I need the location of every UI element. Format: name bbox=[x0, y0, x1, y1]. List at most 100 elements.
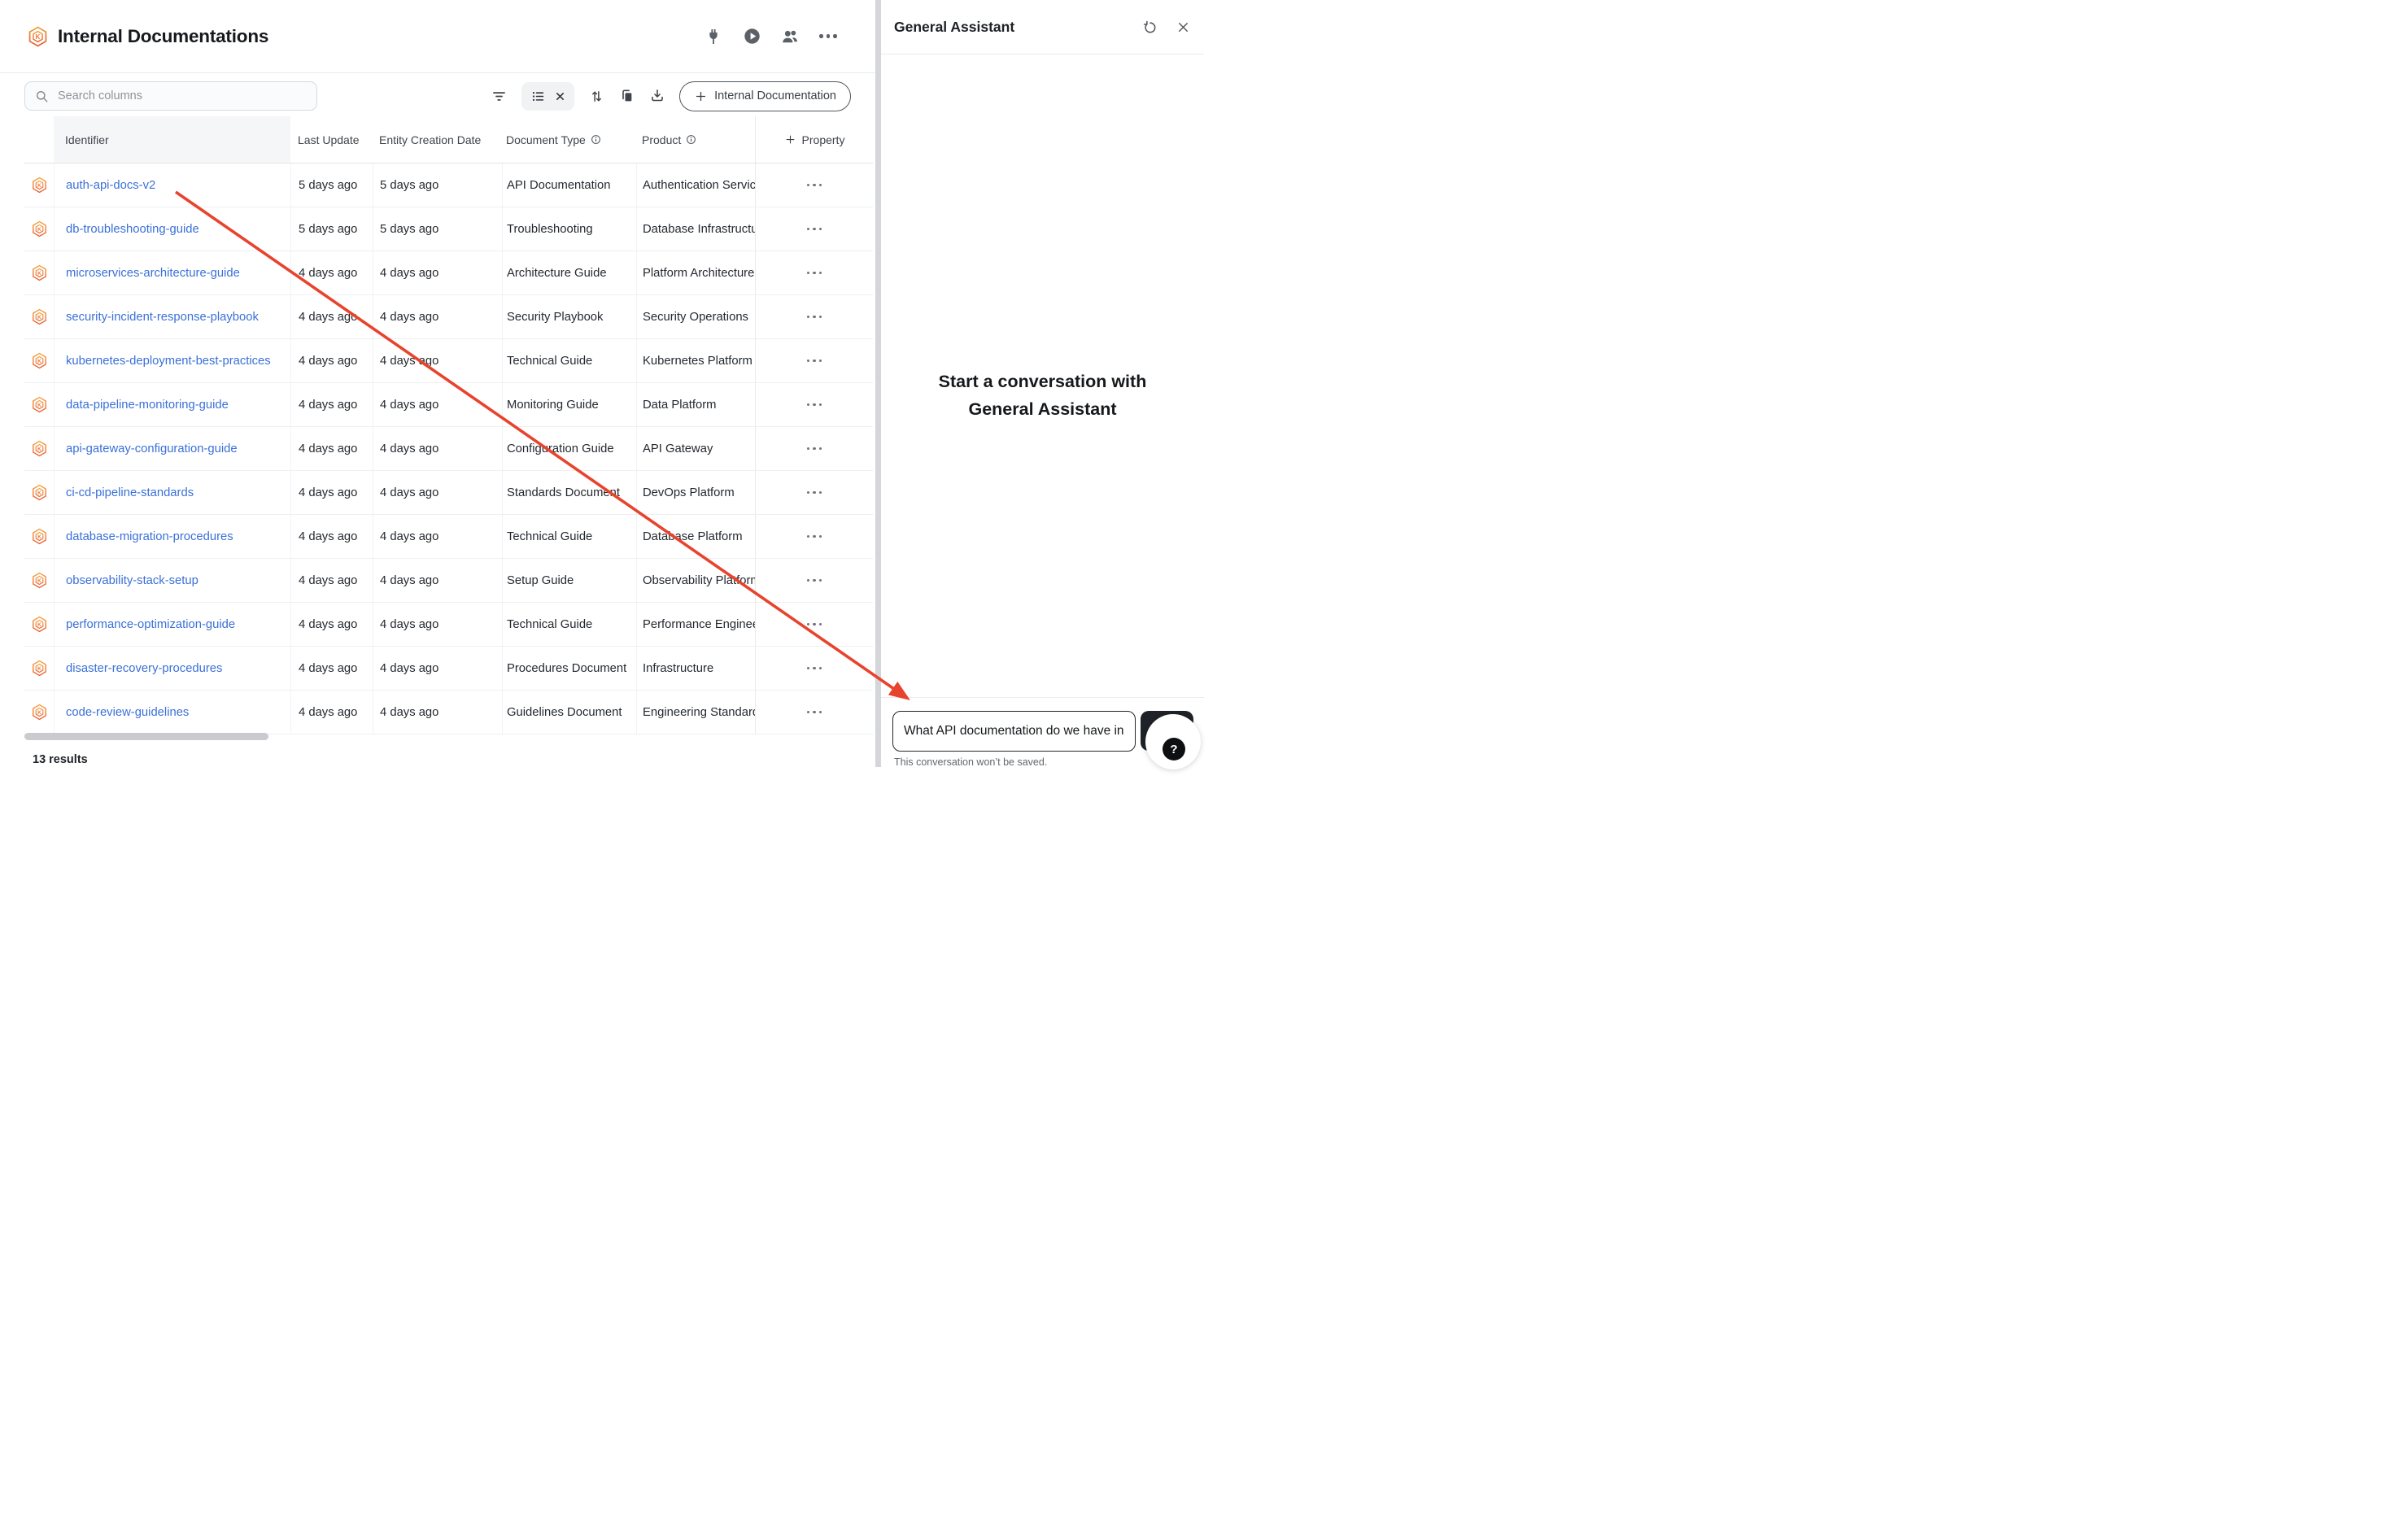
download-button[interactable] bbox=[649, 88, 665, 104]
product-cell: Database Platform bbox=[636, 515, 755, 558]
row-actions-button[interactable] bbox=[807, 667, 822, 670]
entity-creation-date-cell: 4 days ago bbox=[373, 603, 502, 646]
table-row[interactable]: auth-api-docs-v2 5 days ago 5 days ago A… bbox=[24, 163, 873, 207]
identifier-link[interactable]: kubernetes-deployment-best-practices bbox=[66, 355, 271, 368]
table-row[interactable]: observability-stack-setup 4 days ago 4 d… bbox=[24, 559, 873, 603]
assistant-panel-header: General Assistant bbox=[881, 0, 1204, 54]
assistant-message-input[interactable] bbox=[892, 711, 1136, 752]
identifier-link[interactable]: db-troubleshooting-guide bbox=[66, 223, 199, 236]
clear-view-icon[interactable] bbox=[555, 91, 565, 102]
people-icon bbox=[780, 27, 800, 46]
row-actions-button[interactable] bbox=[807, 316, 822, 319]
document-type-cell: Standards Document bbox=[502, 471, 636, 514]
column-header-entity-creation-date[interactable]: Entity Creation Date bbox=[373, 116, 502, 163]
entity-creation-date-cell: 4 days ago bbox=[373, 383, 502, 426]
identifier-link[interactable]: security-incident-response-playbook bbox=[66, 311, 259, 324]
sort-button[interactable] bbox=[588, 88, 605, 105]
document-hexagon-icon bbox=[31, 396, 48, 413]
new-internal-documentation-button[interactable]: Internal Documentation bbox=[679, 81, 851, 111]
table-row[interactable]: data-pipeline-monitoring-guide 4 days ag… bbox=[24, 383, 873, 427]
table-row[interactable]: code-review-guidelines 4 days ago 4 days… bbox=[24, 691, 873, 734]
document-hexagon-icon bbox=[31, 220, 48, 238]
close-panel-button[interactable] bbox=[1176, 20, 1191, 35]
run-button[interactable] bbox=[742, 27, 761, 46]
table-row[interactable]: performance-optimization-guide 4 days ag… bbox=[24, 603, 873, 647]
column-header-document-type[interactable]: Document Type bbox=[502, 116, 636, 163]
column-header-identifier[interactable]: Identifier bbox=[54, 116, 290, 163]
identifier-link[interactable]: api-gateway-configuration-guide bbox=[66, 442, 238, 455]
row-actions-button[interactable] bbox=[807, 711, 822, 714]
column-header-product[interactable]: Product bbox=[636, 116, 755, 163]
plugin-button[interactable] bbox=[704, 27, 723, 46]
page-title: Internal Documentations bbox=[58, 26, 268, 47]
input-area-divider bbox=[881, 697, 1204, 698]
search-box[interactable] bbox=[24, 81, 317, 111]
entity-creation-date-cell: 4 days ago bbox=[373, 471, 502, 514]
identifier-link[interactable]: performance-optimization-guide bbox=[66, 618, 235, 631]
panel-resizer[interactable] bbox=[875, 0, 881, 767]
duplicate-button[interactable] bbox=[619, 88, 635, 104]
row-actions-button[interactable] bbox=[807, 403, 822, 407]
document-hexagon-icon bbox=[31, 440, 48, 457]
column-header-last-update[interactable]: Last Update bbox=[290, 116, 373, 163]
document-type-cell: Security Playbook bbox=[502, 295, 636, 338]
identifier-link[interactable]: microservices-architecture-guide bbox=[66, 267, 240, 280]
share-users-button[interactable] bbox=[780, 27, 800, 46]
document-hexagon-icon bbox=[31, 308, 48, 325]
table-row[interactable]: ci-cd-pipeline-standards 4 days ago 4 da… bbox=[24, 471, 873, 515]
document-hexagon-icon bbox=[31, 484, 48, 501]
table-row[interactable]: disaster-recovery-procedures 4 days ago … bbox=[24, 647, 873, 691]
horizontal-scrollbar[interactable] bbox=[24, 733, 268, 740]
row-actions-button[interactable] bbox=[807, 447, 822, 451]
row-actions-button[interactable] bbox=[807, 579, 822, 582]
search-input[interactable] bbox=[56, 89, 307, 103]
entity-creation-date-cell: 4 days ago bbox=[373, 339, 502, 382]
product-cell: Platform Architecture bbox=[636, 251, 755, 294]
document-type-cell: Configuration Guide bbox=[502, 427, 636, 470]
product-cell: Engineering Standard bbox=[636, 691, 755, 734]
row-actions-button[interactable] bbox=[807, 184, 822, 187]
table-row[interactable]: security-incident-response-playbook 4 da… bbox=[24, 295, 873, 339]
entity-creation-date-cell: 5 days ago bbox=[373, 163, 502, 207]
identifier-link[interactable]: code-review-guidelines bbox=[66, 706, 189, 719]
identifier-link[interactable]: data-pipeline-monitoring-guide bbox=[66, 399, 229, 412]
table-row[interactable]: db-troubleshooting-guide 5 days ago 5 da… bbox=[24, 207, 873, 251]
document-type-cell: Setup Guide bbox=[502, 559, 636, 602]
table-row[interactable]: kubernetes-deployment-best-practices 4 d… bbox=[24, 339, 873, 383]
last-update-cell: 5 days ago bbox=[290, 207, 373, 251]
product-cell: Observability Platform bbox=[636, 559, 755, 602]
filter-button[interactable] bbox=[491, 88, 508, 105]
row-actions-button[interactable] bbox=[807, 491, 822, 495]
last-update-cell: 4 days ago bbox=[290, 691, 373, 734]
row-actions-button[interactable] bbox=[807, 623, 822, 626]
product-cell: Security Operations bbox=[636, 295, 755, 338]
last-update-cell: 5 days ago bbox=[290, 163, 373, 207]
help-button[interactable]: ? bbox=[1145, 714, 1201, 769]
identifier-link[interactable]: ci-cd-pipeline-standards bbox=[66, 486, 194, 499]
header-actions bbox=[704, 27, 838, 46]
conversation-disclaimer: This conversation won’t be saved. bbox=[894, 756, 1047, 768]
table-row[interactable]: database-migration-procedures 4 days ago… bbox=[24, 515, 873, 559]
add-property-label: Property bbox=[802, 133, 845, 146]
document-hexagon-icon bbox=[31, 572, 48, 589]
identifier-link[interactable]: database-migration-procedures bbox=[66, 530, 233, 543]
list-view-chip[interactable] bbox=[521, 82, 574, 111]
add-property-button[interactable]: Property bbox=[755, 116, 873, 163]
entity-creation-date-cell: 4 days ago bbox=[373, 427, 502, 470]
table-row[interactable]: microservices-architecture-guide 4 days … bbox=[24, 251, 873, 295]
row-actions-button[interactable] bbox=[807, 535, 822, 538]
documents-table: Identifier Last Update Entity Creation D… bbox=[24, 116, 873, 734]
table-row[interactable]: api-gateway-configuration-guide 4 days a… bbox=[24, 427, 873, 471]
product-cell: Authentication Servic bbox=[636, 163, 755, 207]
identifier-link[interactable]: observability-stack-setup bbox=[66, 574, 198, 587]
last-update-cell: 4 days ago bbox=[290, 471, 373, 514]
reset-conversation-button[interactable] bbox=[1141, 19, 1158, 36]
row-actions-button[interactable] bbox=[807, 360, 822, 363]
row-actions-button[interactable] bbox=[807, 272, 822, 275]
row-actions-button[interactable] bbox=[807, 228, 822, 231]
more-options-button[interactable] bbox=[818, 27, 838, 46]
identifier-link[interactable]: disaster-recovery-procedures bbox=[66, 662, 222, 675]
question-mark-icon: ? bbox=[1163, 738, 1185, 760]
entity-creation-date-cell: 4 days ago bbox=[373, 295, 502, 338]
identifier-link[interactable]: auth-api-docs-v2 bbox=[66, 179, 155, 192]
